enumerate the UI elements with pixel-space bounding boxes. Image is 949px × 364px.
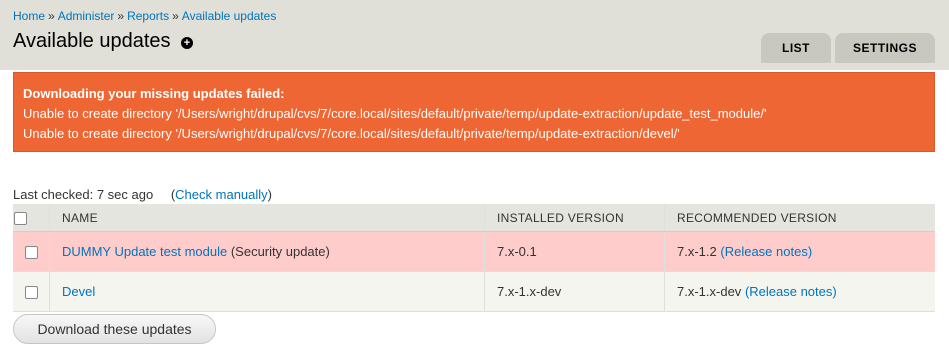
recommended-version-cell: 7.x-1.2 (Release notes) xyxy=(664,231,935,272)
breadcrumb-separator: » xyxy=(117,9,125,23)
check-manually-link[interactable]: Check manually xyxy=(175,187,268,202)
tab-list[interactable]: LIST xyxy=(761,33,831,63)
error-line: Unable to create directory '/Users/wrigh… xyxy=(23,106,767,121)
breadcrumb-reports-link[interactable]: Reports xyxy=(127,9,169,23)
row-checkbox[interactable] xyxy=(24,286,38,300)
row-select-cell xyxy=(13,231,50,272)
breadcrumb-home-link[interactable]: Home xyxy=(13,9,45,23)
download-updates-button[interactable]: Download these updates xyxy=(13,314,216,344)
error-message: Downloading your missing updates failed:… xyxy=(13,72,935,152)
table-row: Devel 7.x-1.x-dev 7.x-1.x-dev (Release n… xyxy=(13,271,935,312)
page-header: Home» Administer» Reports» Available update… xyxy=(0,0,949,70)
last-checked-status: Last checked: 7 sec ago (Check manually) xyxy=(13,187,272,202)
table-row: DUMMY Update test module (Security updat… xyxy=(13,231,935,272)
installed-version-cell: 7.x-1.x-dev xyxy=(484,271,665,312)
module-name-cell: DUMMY Update test module (Security updat… xyxy=(49,231,485,272)
page-title: Available updates xyxy=(13,30,171,52)
module-name-cell: Devel xyxy=(49,271,485,312)
release-notes-link[interactable]: (Release notes) xyxy=(720,244,812,259)
breadcrumb-separator: » xyxy=(48,9,55,23)
select-all-cell xyxy=(13,204,50,232)
header-installed-version: INSTALLED VERSION xyxy=(484,204,665,232)
select-all-checkbox[interactable] xyxy=(14,211,27,225)
error-title: Downloading your missing updates failed: xyxy=(23,86,285,101)
breadcrumb-administer-link[interactable]: Administer xyxy=(58,9,115,23)
module-link[interactable]: Devel xyxy=(62,284,95,299)
breadcrumb-available-updates-link[interactable]: Available updates xyxy=(182,9,277,23)
breadcrumb-separator: » xyxy=(172,9,179,23)
updates-table: NAME INSTALLED VERSION RECOMMENDED VERSI… xyxy=(13,204,935,312)
breadcrumb: Home» Administer» Reports» Available update… xyxy=(13,9,276,23)
recommended-version: 7.x-1.2 xyxy=(677,244,717,259)
tab-settings[interactable]: SETTINGS xyxy=(835,33,935,63)
recommended-version-cell: 7.x-1.x-dev (Release notes) xyxy=(664,271,935,312)
module-link[interactable]: DUMMY Update test module xyxy=(62,244,227,259)
last-checked-text: Last checked: 7 sec ago xyxy=(13,187,154,202)
recommended-version: 7.x-1.x-dev xyxy=(677,284,742,299)
plus-circle-icon[interactable]: + xyxy=(181,37,193,49)
error-line: Unable to create directory '/Users/wrigh… xyxy=(23,126,680,141)
row-checkbox[interactable] xyxy=(24,246,38,260)
release-notes-link[interactable]: (Release notes) xyxy=(745,284,837,299)
installed-version-cell: 7.x-0.1 xyxy=(484,231,665,272)
header-name: NAME xyxy=(49,204,485,232)
row-select-cell xyxy=(13,271,50,312)
table-header-row: NAME INSTALLED VERSION RECOMMENDED VERSI… xyxy=(13,204,935,232)
header-recommended-version: RECOMMENDED VERSION xyxy=(664,204,935,232)
paren-close: ) xyxy=(267,187,273,202)
security-update-tag: (Security update) xyxy=(230,244,330,259)
